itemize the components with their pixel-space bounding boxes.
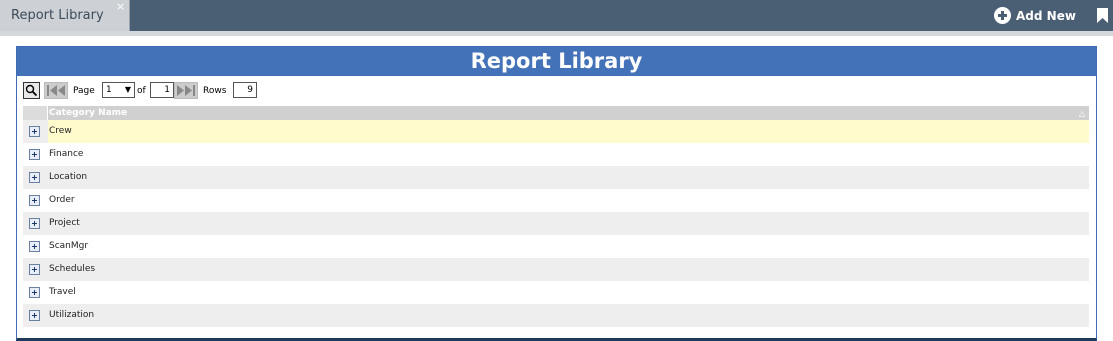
table-row[interactable]: Project: [23, 212, 1089, 235]
row-gutter: [23, 304, 48, 327]
table-row[interactable]: ScanMgr: [23, 235, 1089, 258]
add-new-label: Add New: [1016, 8, 1076, 23]
next-last-page-button[interactable]: [174, 82, 198, 99]
category-name-cell: Order: [49, 195, 75, 205]
expand-icon[interactable]: [29, 241, 40, 252]
expand-icon[interactable]: [29, 126, 40, 137]
grid-header: Category Name △: [23, 106, 1089, 120]
grid-body: Crew Finance Location Order Project ScanMgr Sc…: [23, 120, 1089, 327]
expand-icon[interactable]: [29, 172, 40, 183]
row-gutter: [23, 281, 48, 304]
table-row[interactable]: Utilization: [23, 304, 1089, 327]
expand-icon[interactable]: [29, 264, 40, 275]
table-row[interactable]: Crew: [23, 120, 1089, 143]
top-bar: Report Library × Add New: [0, 0, 1113, 31]
sort-icon[interactable]: △: [1079, 109, 1085, 118]
page-label: Page: [73, 86, 95, 96]
row-gutter: [23, 258, 48, 281]
panel-title: Report Library: [470, 49, 643, 73]
expand-icon[interactable]: [29, 195, 40, 206]
search-icon[interactable]: [23, 82, 40, 99]
plus-circle-icon: [994, 7, 1011, 24]
rows-per-page-input[interactable]: 9: [233, 82, 257, 98]
report-library-panel: Report Library Page 1 ▼ of 1 Rows 9 Cate…: [16, 46, 1097, 341]
category-name-cell: Crew: [49, 126, 72, 136]
row-gutter: [23, 166, 48, 189]
category-name-cell: Finance: [49, 149, 84, 159]
category-name-cell: Utilization: [49, 310, 95, 320]
table-row[interactable]: Location: [23, 166, 1089, 189]
chevron-down-icon: ▼: [124, 85, 131, 94]
table-row[interactable]: Travel: [23, 281, 1089, 304]
page-select-value: 1: [106, 85, 112, 95]
add-new-button[interactable]: Add New: [994, 7, 1076, 24]
total-pages-field: 1: [150, 82, 174, 98]
grid-header-gutter: [23, 106, 48, 120]
category-name-cell: ScanMgr: [49, 241, 89, 251]
row-gutter: [23, 143, 48, 166]
row-gutter: [23, 120, 48, 143]
bookmark-icon[interactable]: [1097, 8, 1108, 23]
row-gutter: [23, 235, 48, 258]
rows-label: Rows: [203, 86, 227, 96]
column-header-category-name[interactable]: Category Name: [49, 108, 127, 118]
expand-icon[interactable]: [29, 310, 40, 321]
panel-header: Report Library: [17, 47, 1096, 76]
category-name-cell: Schedules: [49, 264, 96, 274]
category-name-cell: Travel: [49, 287, 76, 297]
table-row[interactable]: Schedules: [23, 258, 1089, 281]
tab-label: Report Library: [11, 8, 104, 23]
of-label: of: [137, 86, 146, 96]
row-gutter: [23, 189, 48, 212]
pager: Page 1 ▼ of 1 Rows 9: [23, 82, 623, 101]
row-gutter: [23, 212, 48, 235]
category-grid: Category Name △ Crew Finance Location Order…: [23, 106, 1089, 327]
table-row[interactable]: Finance: [23, 143, 1089, 166]
category-name-cell: Location: [49, 172, 88, 182]
first-prev-page-button[interactable]: [44, 82, 68, 99]
table-row[interactable]: Order: [23, 189, 1089, 212]
page-select[interactable]: 1 ▼: [102, 82, 135, 98]
expand-icon[interactable]: [29, 218, 40, 229]
category-name-cell: Project: [49, 218, 80, 228]
close-icon[interactable]: ×: [116, 1, 125, 13]
tab-strip-underline: [0, 31, 1113, 36]
expand-icon[interactable]: [29, 149, 40, 160]
tab-report-library[interactable]: Report Library ×: [0, 0, 130, 31]
expand-icon[interactable]: [29, 287, 40, 298]
